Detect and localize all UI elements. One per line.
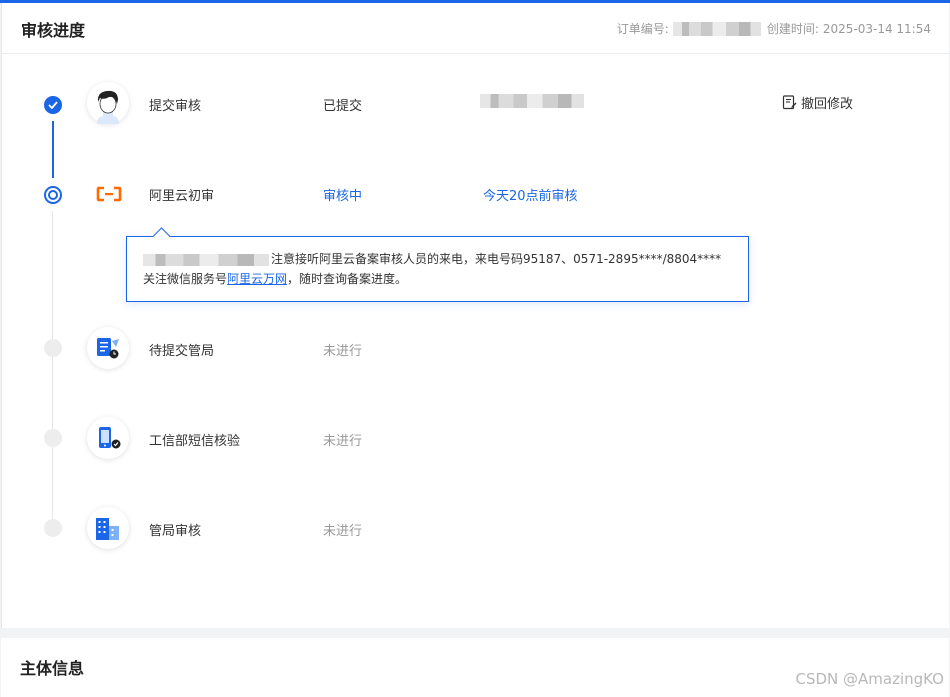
notice-redacted: [143, 253, 269, 266]
step-status-submit: 已提交: [323, 99, 363, 114]
timeline-line-done: [52, 121, 54, 178]
step-label-submit: 提交审核: [149, 99, 202, 114]
phone-check-icon: [87, 417, 129, 459]
order-number-redacted: [672, 21, 761, 36]
entity-info-title: 主体信息: [20, 659, 85, 678]
step-done-indicator: [44, 96, 62, 114]
timeline-line-pending: [52, 211, 53, 521]
step-status-initial-review: 审核中: [323, 189, 363, 204]
order-number-label: 订单编号:: [616, 22, 669, 36]
step-pending-indicator: [44, 429, 62, 447]
created-time-value: 2025-03-14 11:54: [822, 21, 931, 36]
step-label-sms-verify: 工信部短信核验: [149, 434, 241, 449]
edit-document-icon: [782, 95, 797, 110]
progress-header: 审核进度 订单编号: 创建时间: 2025-03-14 11:54: [2, 3, 950, 54]
step-status-bureau-review: 未进行: [323, 524, 363, 539]
withdraw-label: 撤回修改: [801, 97, 854, 112]
notice-line-1: 注意接听阿里云备案审核人员的来电，来电号码95187、0571-2895****…: [271, 252, 722, 266]
step-pending-indicator: [44, 339, 62, 357]
wechat-service-link[interactable]: 阿里云万网: [227, 272, 287, 286]
submit-info-redacted: [480, 94, 584, 108]
notice-line-2-suffix: ，随时查询备案进度。: [287, 272, 408, 286]
step-status-sms-verify: 未进行: [323, 434, 363, 449]
step-label-submit-bureau: 待提交管局: [149, 344, 215, 359]
building-icon: [87, 507, 129, 549]
review-deadline: 今天20点前审核: [483, 189, 578, 204]
check-icon: [48, 101, 58, 109]
withdraw-button[interactable]: 撤回修改: [782, 93, 853, 112]
step-pending-indicator: [44, 519, 62, 537]
notice-line-2-prefix: 关注微信服务号: [143, 272, 228, 286]
aliyun-logo-icon: [95, 183, 123, 205]
watermark: CSDN @AmazingKO: [795, 670, 945, 688]
user-avatar-icon: [87, 82, 129, 124]
step-current-indicator: [44, 186, 62, 204]
step-label-bureau-review: 管局审核: [149, 524, 202, 539]
step-status-submit-bureau: 未进行: [323, 344, 363, 359]
entity-info-section: 主体信息: [1, 638, 949, 697]
step-label-initial-review: 阿里云初审: [149, 189, 215, 204]
review-notice-tooltip: 注意接听阿里云备案审核人员的来电，来电号码95187、0571-2895****…: [126, 236, 749, 302]
page-title: 审核进度: [21, 21, 86, 40]
created-time-label: 创建时间:: [766, 22, 819, 36]
order-meta: 订单编号: 创建时间: 2025-03-14 11:54: [617, 20, 931, 37]
document-clock-icon: [87, 327, 129, 369]
